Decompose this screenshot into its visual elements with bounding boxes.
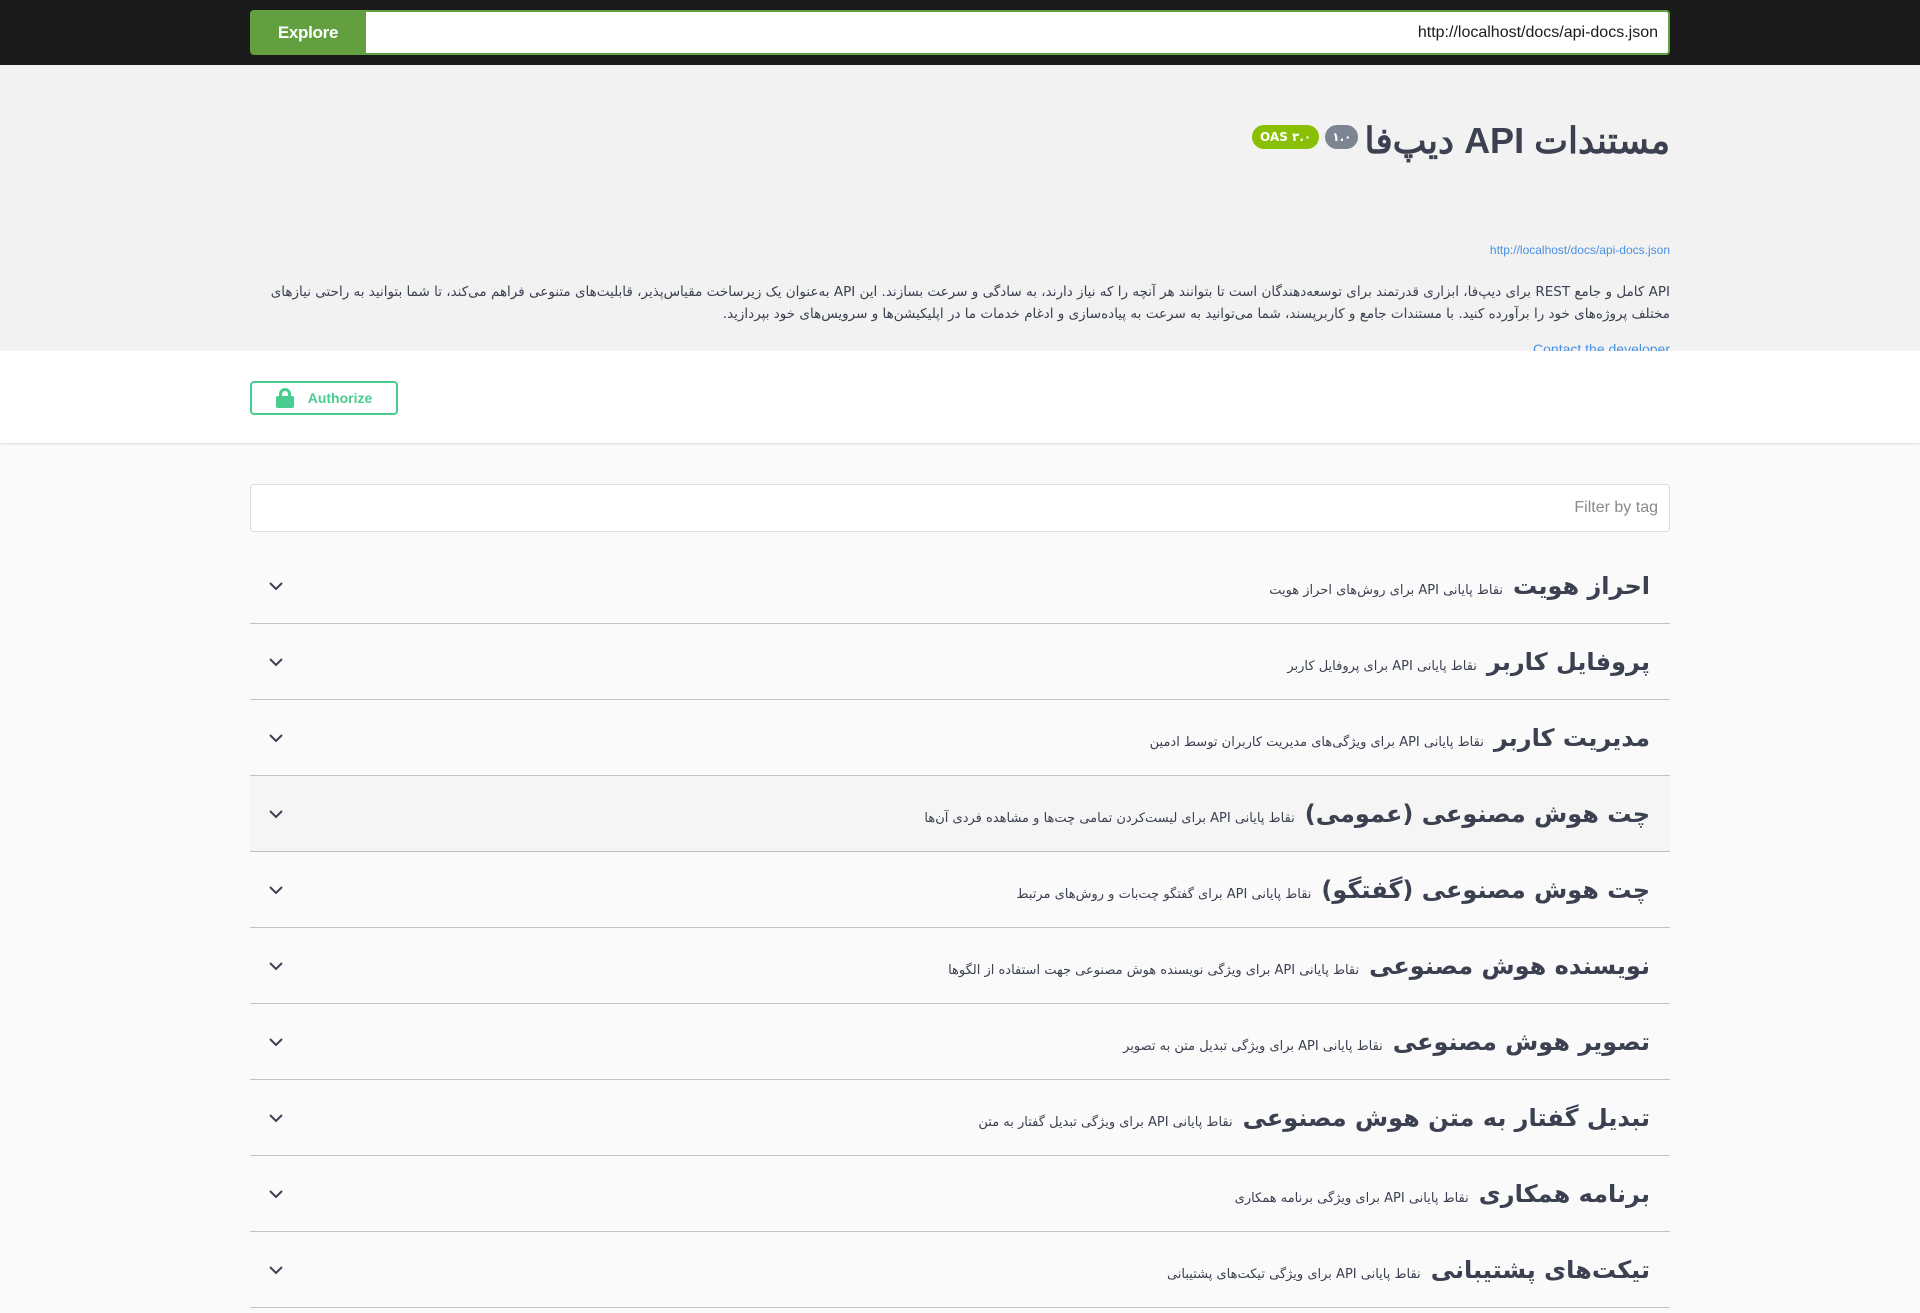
tag-heading: تیکت‌های پشتیبانی نقاط پایانی API برای وی… <box>1167 1256 1650 1284</box>
tag-heading: نویسنده هوش مصنوعی نقاط پایانی API برای و… <box>948 952 1650 980</box>
tag-name: پروفایل کاربر <box>1486 647 1650 676</box>
tag-name: احراز هویت <box>1513 571 1650 600</box>
tag-section[interactable]: مدیریت کاربر نقاط پایانی API برای ویژگی‌ه… <box>250 700 1670 776</box>
tag-section[interactable]: تیکت‌های پشتیبانی نقاط پایانی API برای وی… <box>250 1232 1670 1308</box>
tag-description: نقاط پایانی API برای ویژگی برنامه همکاری <box>1234 1190 1469 1206</box>
tag-description: نقاط پایانی API برای ویژگی تیکت‌های پشتی… <box>1166 1266 1421 1282</box>
tag-description: نقاط پایانی API برای لیست‌کردن تمامی چت‌… <box>924 810 1295 826</box>
tag-section[interactable]: تبدیل گفتار به متن هوش مصنوعی نقاط پایانی… <box>250 1080 1670 1156</box>
api-description: API کامل و جامع REST برای دیپ‌فا، ابزاری… <box>250 281 1670 325</box>
explore-form: Explore http://localhost/docs/api-docs.j… <box>250 10 1670 55</box>
chevron-down-icon[interactable] <box>266 880 286 900</box>
tag-name: تیکت‌های پشتیبانی <box>1430 1255 1650 1284</box>
scheme-container: Authorize <box>0 351 1920 444</box>
authorize-button[interactable]: Authorize <box>250 381 398 415</box>
tag-name: نویسنده هوش مصنوعی <box>1369 951 1650 980</box>
version-badge: ۱.۰ <box>1325 125 1359 149</box>
explore-button[interactable]: Explore <box>250 10 366 55</box>
chevron-down-icon[interactable] <box>266 728 286 748</box>
tag-heading: برنامه همکاری نقاط پایانی API برای ویژگی … <box>1235 1180 1650 1208</box>
chevron-down-icon[interactable] <box>266 576 286 596</box>
tag-heading: مدیریت کاربر نقاط پایانی API برای ویژگی‌ه… <box>1150 724 1650 752</box>
filter-by-tag-input[interactable]: Filter by tag <box>250 484 1670 532</box>
chevron-down-icon[interactable] <box>266 1184 286 1204</box>
tag-section[interactable]: احراز هویت نقاط پایانی API برای روش‌های ا… <box>250 548 1670 624</box>
tag-name: چت هوش مصنوعی (عمومی) <box>1304 799 1650 828</box>
tag-description: نقاط پایانی API برای ویژگی نویسنده هوش م… <box>948 962 1360 978</box>
tag-name: تبدیل گفتار به متن هوش مصنوعی <box>1242 1103 1650 1132</box>
chevron-down-icon[interactable] <box>266 1108 286 1128</box>
tag-description: نقاط پایانی API برای ویژگی تبدیل متن به … <box>1123 1038 1383 1054</box>
tag-heading: پروفایل کاربر نقاط پایانی API برای پروفای… <box>1287 648 1650 676</box>
chevron-down-icon[interactable] <box>266 1260 286 1280</box>
description-line-2: مختلف پروژه‌های خود را برآورده کنید. با … <box>722 306 1670 322</box>
tag-heading: چت هوش مصنوعی (گفتگو) نقاط پایانی API برا… <box>1016 876 1650 904</box>
spec-link[interactable]: http://localhost/docs/api-docs.json <box>1490 243 1670 257</box>
tag-heading: احراز هویت نقاط پایانی API برای روش‌های ا… <box>1269 572 1650 600</box>
tag-section[interactable]: تصویر هوش مصنوعی نقاط پایانی API برای ویژ… <box>250 1004 1670 1080</box>
topbar: Explore http://localhost/docs/api-docs.j… <box>0 0 1920 65</box>
tag-list: احراز هویت نقاط پایانی API برای روش‌های ا… <box>250 548 1670 1308</box>
tag-description: نقاط پایانی API برای پروفایل کاربر <box>1287 658 1477 674</box>
tag-description: نقاط پایانی API برای روش‌های احراز هویت <box>1269 582 1504 598</box>
tag-description: نقاط پایانی API برای ویژگی‌های مدیریت کا… <box>1149 734 1484 750</box>
tag-section[interactable]: چت هوش مصنوعی (گفتگو) نقاط پایانی API برا… <box>250 852 1670 928</box>
tag-heading: تصویر هوش مصنوعی نقاط پایانی API برای ویژ… <box>1123 1028 1650 1056</box>
description-line-1: API کامل و جامع REST برای دیپ‌فا، ابزاری… <box>270 284 1670 300</box>
page-title: مستندات API دیپ‌فا <box>1364 120 1670 161</box>
tag-section[interactable]: برنامه همکاری نقاط پایانی API برای ویژگی … <box>250 1156 1670 1232</box>
tag-name: چت هوش مصنوعی (گفتگو) <box>1321 875 1650 904</box>
chevron-down-icon[interactable] <box>266 652 286 672</box>
lock-icon <box>275 388 294 408</box>
spec-url-input[interactable]: http://localhost/docs/api-docs.json <box>366 10 1670 55</box>
tag-section[interactable]: نویسنده هوش مصنوعی نقاط پایانی API برای و… <box>250 928 1670 1004</box>
authorize-label: Authorize <box>307 390 373 406</box>
chevron-down-icon[interactable] <box>266 804 286 824</box>
chevron-down-icon[interactable] <box>266 1032 286 1052</box>
tag-heading: چت هوش مصنوعی (عمومی) نقاط پایانی API برا… <box>924 800 1650 828</box>
tag-heading: تبدیل گفتار به متن هوش مصنوعی نقاط پایانی… <box>978 1104 1650 1132</box>
oas-badge: OAS ۳.۰ <box>1252 125 1320 149</box>
info-section: مستندات API دیپ‌فا ۱.۰ OAS ۳.۰ http://lo… <box>0 65 1920 357</box>
title-row: مستندات API دیپ‌فا ۱.۰ OAS ۳.۰ <box>1252 117 1670 165</box>
tag-name: مدیریت کاربر <box>1493 723 1650 752</box>
chevron-down-icon[interactable] <box>266 956 286 976</box>
tag-section[interactable]: چت هوش مصنوعی (عمومی) نقاط پایانی API برا… <box>250 776 1670 852</box>
tag-name: تصویر هوش مصنوعی <box>1392 1027 1650 1056</box>
tag-section[interactable]: پروفایل کاربر نقاط پایانی API برای پروفای… <box>250 624 1670 700</box>
tag-description: نقاط پایانی API برای ویژگی تبدیل گفتار ب… <box>978 1114 1233 1130</box>
tag-name: برنامه همکاری <box>1478 1179 1650 1208</box>
tag-description: نقاط پایانی API برای گفتگو چت‌بات و روش‌… <box>1016 886 1312 902</box>
